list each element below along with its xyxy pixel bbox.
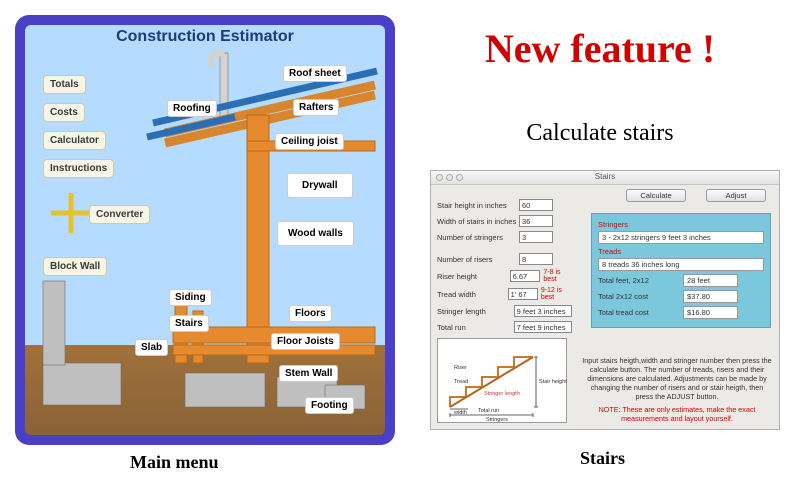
tread-width-label: Tread width	[437, 290, 508, 299]
treads-heading: Treads	[598, 247, 764, 256]
roof-sheet-tag[interactable]: Roof sheet	[283, 65, 347, 82]
description-body: Input stairs heigth,width and stringer n…	[581, 356, 773, 401]
stairs-tag[interactable]: Stairs	[169, 315, 209, 332]
main-menu-caption: Main menu	[130, 452, 219, 473]
cost-tread-label: Total tread cost	[598, 308, 683, 317]
risers-label: Number of risers	[437, 255, 519, 264]
total-run-output: 7 feet 9 inches	[514, 321, 572, 333]
stair-height-input[interactable]: 60	[519, 199, 553, 211]
total-feet-label: Total feet, 2x12	[598, 276, 683, 285]
wood-walls-tag[interactable]: Wood walls	[277, 221, 354, 246]
diagram-riser-label: Riser	[454, 365, 467, 371]
riser-height-tip: 7-8 is best	[543, 269, 572, 283]
description-text: Input stairs heigth,width and stringer n…	[581, 356, 773, 423]
tread-width-tip: 9-12 is best	[541, 287, 572, 301]
totals-button[interactable]: Totals	[43, 75, 86, 94]
window-title: Stairs	[431, 172, 779, 181]
diagram-stair-height-label: Stair height	[539, 379, 567, 385]
calculate-stairs-heading: Calculate stairs	[420, 120, 780, 147]
diagram-stringer-length-label: Stringer length	[484, 391, 520, 397]
drywall-tag[interactable]: Drywall	[287, 173, 353, 198]
total-feet-value: 28 feet	[683, 274, 738, 287]
width-label: Width of stairs in inches	[437, 217, 519, 226]
floor-joists-tag[interactable]: Floor Joists	[271, 333, 340, 350]
main-menu-screenshot: Construction Estimator	[15, 15, 395, 445]
calculator-button[interactable]: Calculator	[43, 131, 106, 150]
stairs-window: Stairs Calculate Adjust Stair height in …	[430, 170, 780, 430]
costs-button[interactable]: Costs	[43, 103, 85, 122]
converter-button[interactable]: Converter	[89, 205, 150, 224]
diagram-total-run-label: Total run	[478, 408, 499, 414]
tread-width-output: 1' 67	[508, 288, 538, 300]
stringer-length-output: 9 feet 3 inches	[514, 305, 572, 317]
treads-result: 8 treads 36 inches long	[598, 258, 764, 271]
stringer-length-label: Stringer length	[437, 307, 514, 316]
riser-height-output: 6.67	[510, 270, 541, 282]
diagram-width-label: width	[453, 410, 467, 416]
adjust-button[interactable]: Adjust	[706, 189, 766, 202]
roofing-tag[interactable]: Roofing	[167, 100, 217, 117]
stringers-result: 3 - 2x12 stringers 9 feet 3 inches	[598, 231, 764, 244]
inputs-group: Stair height in inches60 Width of stairs…	[437, 199, 572, 337]
riser-height-label: Riser height	[437, 272, 510, 281]
siding-tag[interactable]: Siding	[169, 289, 212, 306]
stairs-caption: Stairs	[580, 448, 625, 469]
risers-input[interactable]: 8	[519, 253, 553, 265]
width-input[interactable]: 36	[519, 215, 553, 227]
rafters-tag[interactable]: Rafters	[293, 99, 339, 116]
stem-wall-tag[interactable]: Stem Wall	[279, 365, 338, 382]
floors-tag[interactable]: Floors	[289, 305, 332, 322]
slab-tag[interactable]: Slab	[135, 339, 168, 356]
cost-tread-value: $16.80	[683, 306, 738, 319]
total-run-label: Total run	[437, 323, 514, 332]
stringers-label: Number of stringers	[437, 233, 519, 242]
instructions-button[interactable]: Instructions	[43, 159, 114, 178]
calculate-button[interactable]: Calculate	[626, 189, 686, 202]
footing-tag[interactable]: Footing	[305, 397, 354, 414]
stairs-titlebar: Stairs	[431, 171, 779, 185]
stair-height-label: Stair height in inches	[437, 201, 519, 210]
stringers-heading: Stringers	[598, 220, 764, 229]
diagram-tread-label: Tread	[454, 379, 468, 385]
description-note: NOTE: These are only estimates, make the…	[581, 405, 773, 423]
results-panel: Stringers 3 - 2x12 stringers 9 feet 3 in…	[591, 213, 771, 328]
cost-2x12-label: Total 2x12 cost	[598, 292, 683, 301]
new-feature-headline: New feature !	[420, 25, 780, 72]
diagram-stringers-label: Stringers	[486, 417, 508, 423]
stringers-input[interactable]: 3	[519, 231, 553, 243]
ceiling-joist-tag[interactable]: Ceiling joist	[275, 133, 344, 150]
cost-2x12-value: $37.80	[683, 290, 738, 303]
stair-diagram: Riser Tread Stringer length Stair height…	[437, 338, 567, 423]
block-wall-button[interactable]: Block Wall	[43, 257, 107, 276]
